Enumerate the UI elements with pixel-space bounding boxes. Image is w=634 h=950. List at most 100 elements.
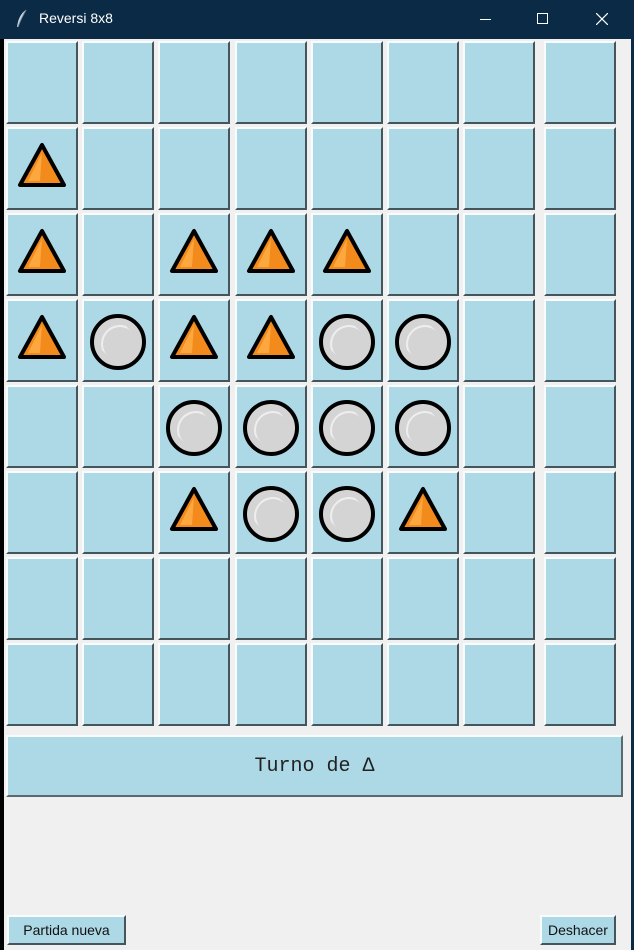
- board-cell-r5-c1[interactable]: [6, 385, 78, 468]
- board-cell-r5-c4[interactable]: [235, 385, 307, 468]
- board-cell-r8-c3[interactable]: [158, 643, 230, 726]
- board-cell-r2-c2[interactable]: [82, 127, 154, 210]
- circle-piece-icon: [243, 400, 299, 456]
- board-cell-r6-c3[interactable]: [158, 471, 230, 554]
- board-cell-r3-c8[interactable]: [544, 213, 616, 296]
- board-cell-r3-c2[interactable]: [82, 213, 154, 296]
- board-cell-r5-c6[interactable]: [387, 385, 459, 468]
- board-cell-r2-c3[interactable]: [158, 127, 230, 210]
- board-cell-r7-c6[interactable]: [387, 557, 459, 640]
- maximize-button[interactable]: [520, 0, 566, 39]
- board-cell-r2-c4[interactable]: [235, 127, 307, 210]
- board-cell-r4-c5[interactable]: [311, 299, 383, 382]
- board-cell-r6-c4[interactable]: [235, 471, 307, 554]
- board-cell-r7-c4[interactable]: [235, 557, 307, 640]
- board-cell-r5-c7[interactable]: [463, 385, 535, 468]
- board-cell-r6-c5[interactable]: [311, 471, 383, 554]
- board-cell-r1-c3[interactable]: [158, 41, 230, 124]
- board-cell-r3-c5[interactable]: [311, 213, 383, 296]
- board-cell-r3-c7[interactable]: [463, 213, 535, 296]
- circle-piece-icon: [395, 400, 451, 456]
- board-cell-r6-c1[interactable]: [6, 471, 78, 554]
- board-cell-r7-c2[interactable]: [82, 557, 154, 640]
- board-cell-r8-c6[interactable]: [387, 643, 459, 726]
- triangle-piece-icon: [18, 229, 66, 273]
- minimize-icon: [480, 19, 491, 20]
- board-cell-r2-c7[interactable]: [463, 127, 535, 210]
- board-cell-r1-c4[interactable]: [235, 41, 307, 124]
- app-window: Reversi 8x8 Turno de Δ Partida nueva Des…: [0, 0, 634, 950]
- title-bar[interactable]: Reversi 8x8: [0, 0, 634, 39]
- board-cell-r2-c6[interactable]: [387, 127, 459, 210]
- triangle-piece-icon: [18, 315, 66, 359]
- board-cell-r5-c2[interactable]: [82, 385, 154, 468]
- board-cell-r1-c2[interactable]: [82, 41, 154, 124]
- circle-piece-icon: [243, 486, 299, 542]
- board-cell-r8-c1[interactable]: [6, 643, 78, 726]
- feather-icon: [14, 9, 30, 29]
- board-cell-r8-c7[interactable]: [463, 643, 535, 726]
- board-cell-r3-c1[interactable]: [6, 213, 78, 296]
- board-cell-r6-c2[interactable]: [82, 471, 154, 554]
- board-cell-r7-c5[interactable]: [311, 557, 383, 640]
- undo-button[interactable]: Deshacer: [540, 915, 616, 945]
- board-cell-r2-c5[interactable]: [311, 127, 383, 210]
- board-cell-r4-c1[interactable]: [6, 299, 78, 382]
- window-title: Reversi 8x8: [39, 10, 113, 26]
- turn-status: Turno de Δ: [6, 735, 623, 797]
- board-cell-r6-c8[interactable]: [544, 471, 616, 554]
- board-cell-r1-c1[interactable]: [6, 41, 78, 124]
- board-cell-r8-c2[interactable]: [82, 643, 154, 726]
- window-edge: [0, 39, 4, 950]
- board-cell-r6-c6[interactable]: [387, 471, 459, 554]
- triangle-piece-icon: [170, 315, 218, 359]
- board-cell-r7-c3[interactable]: [158, 557, 230, 640]
- turn-status-text: Turno de Δ: [254, 754, 375, 778]
- board-cell-r3-c6[interactable]: [387, 213, 459, 296]
- triangle-piece-icon: [170, 487, 218, 531]
- board-cell-r1-c7[interactable]: [463, 41, 535, 124]
- circle-piece-icon: [319, 400, 375, 456]
- board-cell-r4-c2[interactable]: [82, 299, 154, 382]
- triangle-piece-icon: [323, 229, 371, 273]
- circle-piece-icon: [395, 314, 451, 370]
- board-cell-r5-c8[interactable]: [544, 385, 616, 468]
- triangle-piece-icon: [170, 229, 218, 273]
- board-cell-r8-c4[interactable]: [235, 643, 307, 726]
- circle-piece-icon: [319, 486, 375, 542]
- triangle-piece-icon: [247, 315, 295, 359]
- maximize-icon: [537, 13, 548, 24]
- triangle-piece-icon: [18, 143, 66, 187]
- close-button[interactable]: [579, 0, 625, 39]
- board-cell-r2-c1[interactable]: [6, 127, 78, 210]
- board-cell-r5-c5[interactable]: [311, 385, 383, 468]
- board-cell-r4-c3[interactable]: [158, 299, 230, 382]
- board-cell-r8-c5[interactable]: [311, 643, 383, 726]
- circle-piece-icon: [166, 400, 222, 456]
- close-icon: [596, 13, 608, 25]
- board-cell-r5-c3[interactable]: [158, 385, 230, 468]
- board-cell-r4-c6[interactable]: [387, 299, 459, 382]
- circle-piece-icon: [319, 314, 375, 370]
- board-cell-r3-c4[interactable]: [235, 213, 307, 296]
- board-cell-r7-c1[interactable]: [6, 557, 78, 640]
- board-cell-r1-c5[interactable]: [311, 41, 383, 124]
- board-cell-r4-c7[interactable]: [463, 299, 535, 382]
- board-cell-r6-c7[interactable]: [463, 471, 535, 554]
- board-cell-r7-c8[interactable]: [544, 557, 616, 640]
- triangle-piece-icon: [399, 487, 447, 531]
- minimize-button[interactable]: [463, 0, 509, 39]
- triangle-piece-icon: [247, 229, 295, 273]
- board-cell-r1-c8[interactable]: [544, 41, 616, 124]
- board-cell-r8-c8[interactable]: [544, 643, 616, 726]
- circle-piece-icon: [90, 314, 146, 370]
- new-game-button[interactable]: Partida nueva: [7, 915, 126, 945]
- new-game-button-label: Partida nueva: [23, 922, 110, 938]
- board-cell-r2-c8[interactable]: [544, 127, 616, 210]
- board-cell-r1-c6[interactable]: [387, 41, 459, 124]
- board-cell-r4-c4[interactable]: [235, 299, 307, 382]
- board-cell-r4-c8[interactable]: [544, 299, 616, 382]
- undo-button-label: Deshacer: [548, 922, 608, 938]
- board-cell-r3-c3[interactable]: [158, 213, 230, 296]
- board-cell-r7-c7[interactable]: [463, 557, 535, 640]
